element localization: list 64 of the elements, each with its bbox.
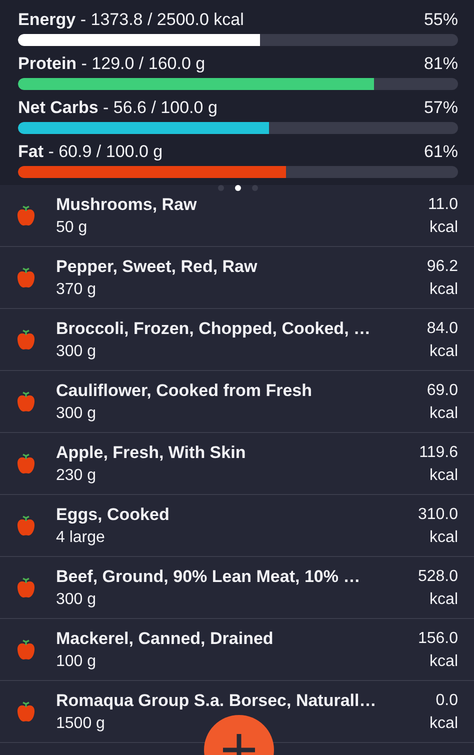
apple-icon	[16, 514, 36, 536]
calorie-unit: kcal	[430, 342, 458, 362]
calorie-unit: kcal	[430, 280, 458, 300]
apple-icon	[16, 452, 36, 474]
food-quantity: 4 large	[56, 528, 106, 548]
apple-icon	[16, 204, 36, 226]
calorie-value: 96.2	[426, 256, 458, 276]
food-name: Mackerel, Canned, Drained	[56, 628, 274, 650]
calorie-value: 310.0	[418, 504, 458, 524]
calorie-value: 119.6	[419, 442, 458, 462]
food-quantity: 230 g	[56, 466, 98, 486]
food-name: Beef, Ground, 90% Lean Meat, 10% …	[56, 566, 362, 588]
calorie-value: 69.0	[426, 380, 458, 400]
calorie-unit: kcal	[430, 528, 458, 548]
nutrient-percent: 81%	[424, 53, 458, 75]
nutrient-percent: 55%	[424, 9, 458, 31]
food-quantity: 50 g	[56, 218, 88, 238]
apple-icon	[16, 576, 36, 598]
apple-icon	[16, 266, 36, 288]
nutrient-label: Fat - 60.9 / 100.0 g	[18, 141, 163, 163]
page-dot[interactable]	[218, 185, 224, 191]
food-name: Romaqua Group S.a. Borsec, Naturall…	[56, 690, 378, 712]
food-row[interactable]: Broccoli, Frozen, Chopped, Cooked, … 300 g 84.0 kcal	[0, 309, 474, 371]
food-row[interactable]: Mushrooms, Raw 50 g 11.0 kcal	[0, 185, 474, 247]
page-dot[interactable]	[235, 185, 241, 191]
apple-icon	[16, 700, 36, 722]
apple-icon	[16, 390, 36, 412]
food-name: Apple, Fresh, With Skin	[56, 442, 247, 464]
nutrient-percent: 61%	[424, 141, 458, 163]
calorie-unit: kcal	[430, 466, 458, 486]
food-name: Mushrooms, Raw	[56, 194, 198, 216]
food-quantity: 300 g	[56, 590, 98, 610]
food-quantity: 370 g	[56, 280, 98, 300]
nutrient-label: Protein - 129.0 / 160.0 g	[18, 53, 206, 75]
food-name: Cauliflower, Cooked from Fresh	[56, 380, 313, 402]
food-quantity: 300 g	[56, 342, 98, 362]
food-row[interactable]: Cauliflower, Cooked from Fresh 300 g 69.0 kcal	[0, 371, 474, 433]
nutrient-label: Net Carbs - 56.6 / 100.0 g	[18, 97, 218, 119]
calorie-unit: kcal	[430, 652, 458, 672]
nutrient-label: Energy - 1373.8 / 2500.0 kcal	[18, 9, 244, 31]
apple-icon	[16, 328, 36, 350]
calorie-value: 84.0	[426, 318, 458, 338]
food-name: Broccoli, Frozen, Chopped, Cooked, …	[56, 318, 372, 340]
food-quantity: 100 g	[56, 652, 98, 672]
calorie-value: 528.0	[418, 566, 458, 586]
calorie-value: 0.0	[436, 690, 458, 710]
calorie-value: 156.0	[418, 628, 458, 648]
food-name: Eggs, Cooked	[56, 504, 170, 526]
food-quantity: 300 g	[56, 404, 98, 424]
calorie-unit: kcal	[430, 590, 458, 610]
food-row[interactable]: Pepper, Sweet, Red, Raw 370 g 96.2 kcal	[0, 247, 474, 309]
calorie-value: 11.0	[428, 194, 458, 214]
food-quantity: 1500 g	[56, 714, 106, 734]
calorie-unit: kcal	[430, 404, 458, 424]
food-row[interactable]: Eggs, Cooked 4 large 310.0 kcal	[0, 495, 474, 557]
apple-icon	[16, 638, 36, 660]
food-row[interactable]: Beef, Ground, 90% Lean Meat, 10% … 300 g 528.0 kcal	[0, 557, 474, 619]
food-row[interactable]: Mackerel, Canned, Drained 100 g 156.0 kcal	[0, 619, 474, 681]
food-name: Pepper, Sweet, Red, Raw	[56, 256, 258, 278]
calorie-unit: kcal	[430, 218, 458, 238]
nutrient-percent: 57%	[424, 97, 458, 119]
page-dot[interactable]	[252, 185, 258, 191]
food-row[interactable]: Apple, Fresh, With Skin 230 g 119.6 kcal	[0, 433, 474, 495]
calorie-unit: kcal	[430, 714, 458, 734]
